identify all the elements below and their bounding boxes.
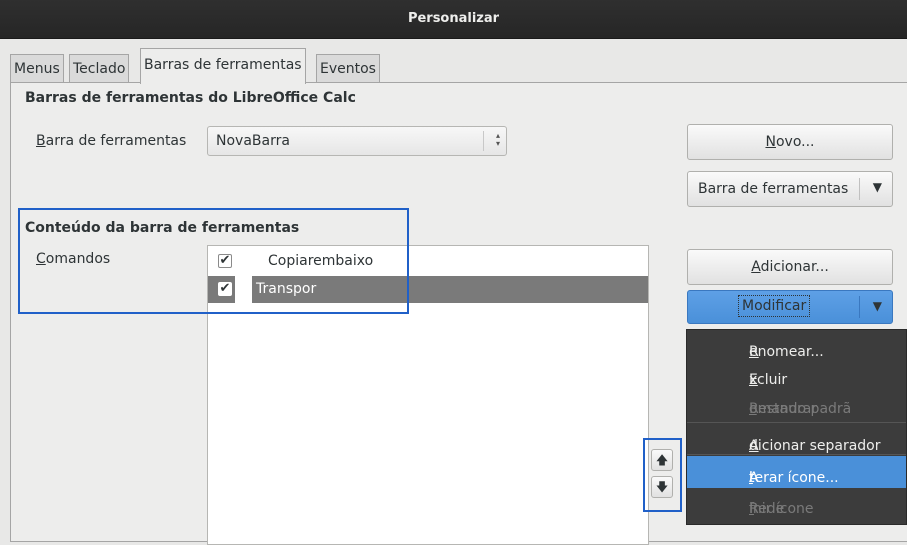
modify-button-label: Modificar <box>738 295 811 317</box>
button-divider <box>859 178 860 200</box>
tab-menus[interactable]: Menus <box>10 54 64 83</box>
tab-toolbars[interactable]: Barras de ferramentas <box>140 48 306 84</box>
toolbar-menu-button-label: Barra de ferramentas <box>698 181 849 197</box>
button-divider <box>859 296 860 318</box>
toolbar-select[interactable]: NovaBarra ▴ ▾ <box>207 126 507 156</box>
menu-item-add-separator[interactable]: Adicionar separador <box>687 424 906 456</box>
chevron-down-icon: ▼ <box>872 299 882 313</box>
combo-divider <box>483 131 484 151</box>
window-titlebar: Personalizar <box>0 0 907 39</box>
window-title: Personalizar <box>407 11 500 26</box>
annotation-highlight-content <box>18 208 409 314</box>
toolbars-section-title: Barras de ferramentas do LibreOffice Cal… <box>25 90 356 106</box>
spin-arrows-icon[interactable]: ▴ ▾ <box>496 132 500 148</box>
menu-item-restore-default-command: Restaurar c omando padrã <box>749 401 852 417</box>
toolbar-select-value: NovaBarra <box>216 133 290 149</box>
menu-item-delete[interactable]: Excluir <box>687 358 906 390</box>
menu-separator <box>687 454 906 455</box>
new-toolbar-button[interactable]: Novo... <box>687 124 893 160</box>
toolbar-select-label: Barra de ferramentas <box>36 133 187 149</box>
annotation-highlight-arrows <box>643 438 682 512</box>
menu-item-reset-icon: Rede f inir ícone <box>749 501 814 517</box>
chevron-down-icon: ▼ <box>872 180 882 194</box>
tab-events[interactable]: Eventos <box>316 54 380 83</box>
tab-keyboard[interactable]: Teclado <box>69 54 130 83</box>
toolbar-menu-button[interactable]: Barra de ferramentas ▼ <box>687 171 893 207</box>
menu-separator <box>687 422 906 423</box>
menu-item-change-icon[interactable]: Al terar ícone... <box>687 456 906 488</box>
modify-button[interactable]: Modificar ▼ <box>687 290 893 324</box>
modify-dropdown-menu: Renomear... Excluir Restaurar c omando pa… <box>686 329 907 525</box>
add-command-button[interactable]: Adicionar... <box>687 249 893 285</box>
